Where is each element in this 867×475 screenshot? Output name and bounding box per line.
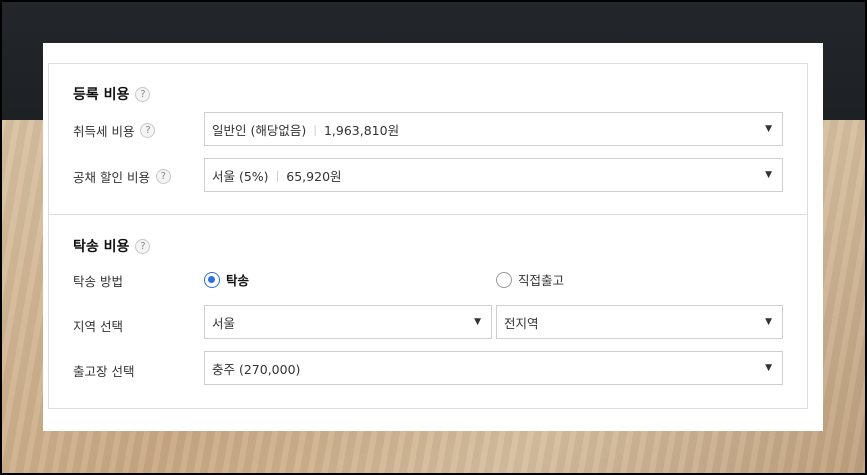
separator: | [275,168,280,182]
section-divider [49,214,807,215]
acquisition-tax-amount: 1,963,810원 [323,122,400,138]
registration-title: 등록 비용 ? [73,84,151,104]
separator: | [313,122,317,136]
delivery-method-label: 탁송 방법 [73,271,123,290]
radio-direct-label: 직접출고 [518,273,565,288]
bond-discount-amount: 65,920원 [286,168,342,184]
acquisition-tax-select[interactable]: 일반인 (해당없음) | 1,963,810원 ▼ [204,112,783,146]
region-district-value: 전지역 [504,315,539,331]
bond-discount-label: 공채 할인 비용 ? [73,167,171,186]
bond-discount-help-icon[interactable]: ? [155,169,171,184]
warehouse-label: 출고장 선택 [73,361,134,380]
region-district-select[interactable]: 전지역 ▼ [496,305,783,339]
radio-delivery-direct[interactable]: 직접출고 [496,270,564,289]
bond-discount-region: 서울 (5%) [212,168,269,184]
region-label: 지역 선택 [73,316,123,335]
radio-unchecked-icon [496,271,512,288]
caret-down-icon: ▼ [474,317,481,327]
warehouse-select[interactable]: 충주 (270,000) ▼ [204,351,783,385]
registration-title-text: 등록 비용 [73,87,130,103]
region-label-text: 지역 선택 [73,319,123,334]
region-city-value: 서울 [212,315,236,331]
acquisition-tax-type: 일반인 (해당없음) [212,122,307,138]
radio-checked-icon [204,271,220,288]
registration-help-icon[interactable]: ? [135,86,151,102]
radio-consign-label: 탁송 [226,273,250,288]
caret-down-icon: ▼ [765,124,772,134]
delivery-title-text: 탁송 비용 [73,239,130,255]
delivery-title: 탁송 비용 ? [73,236,151,256]
acquisition-tax-label: 취득세 비용 ? [73,121,156,140]
bond-discount-select[interactable]: 서울 (5%) | 65,920원 ▼ [204,158,783,192]
caret-down-icon: ▼ [765,317,772,327]
caret-down-icon: ▼ [765,363,772,373]
caret-down-icon: ▼ [765,170,772,180]
region-city-select[interactable]: 서울 ▼ [204,305,492,339]
radio-delivery-consign[interactable]: 탁송 [204,270,249,289]
delivery-help-icon[interactable]: ? [135,238,151,254]
acquisition-tax-label-text: 취득세 비용 [73,124,135,139]
delivery-method-label-text: 탁송 방법 [73,274,123,289]
cost-panel: 등록 비용 ? 취득세 비용 ? 일반인 (해당없음) | 1,963,810원… [43,43,823,431]
cost-box: 등록 비용 ? 취득세 비용 ? 일반인 (해당없음) | 1,963,810원… [48,63,808,409]
warehouse-label-text: 출고장 선택 [73,364,135,379]
acquisition-tax-help-icon[interactable]: ? [140,123,156,138]
bond-discount-label-text: 공채 할인 비용 [73,170,150,185]
warehouse-value: 충주 (270,000) [212,361,301,377]
